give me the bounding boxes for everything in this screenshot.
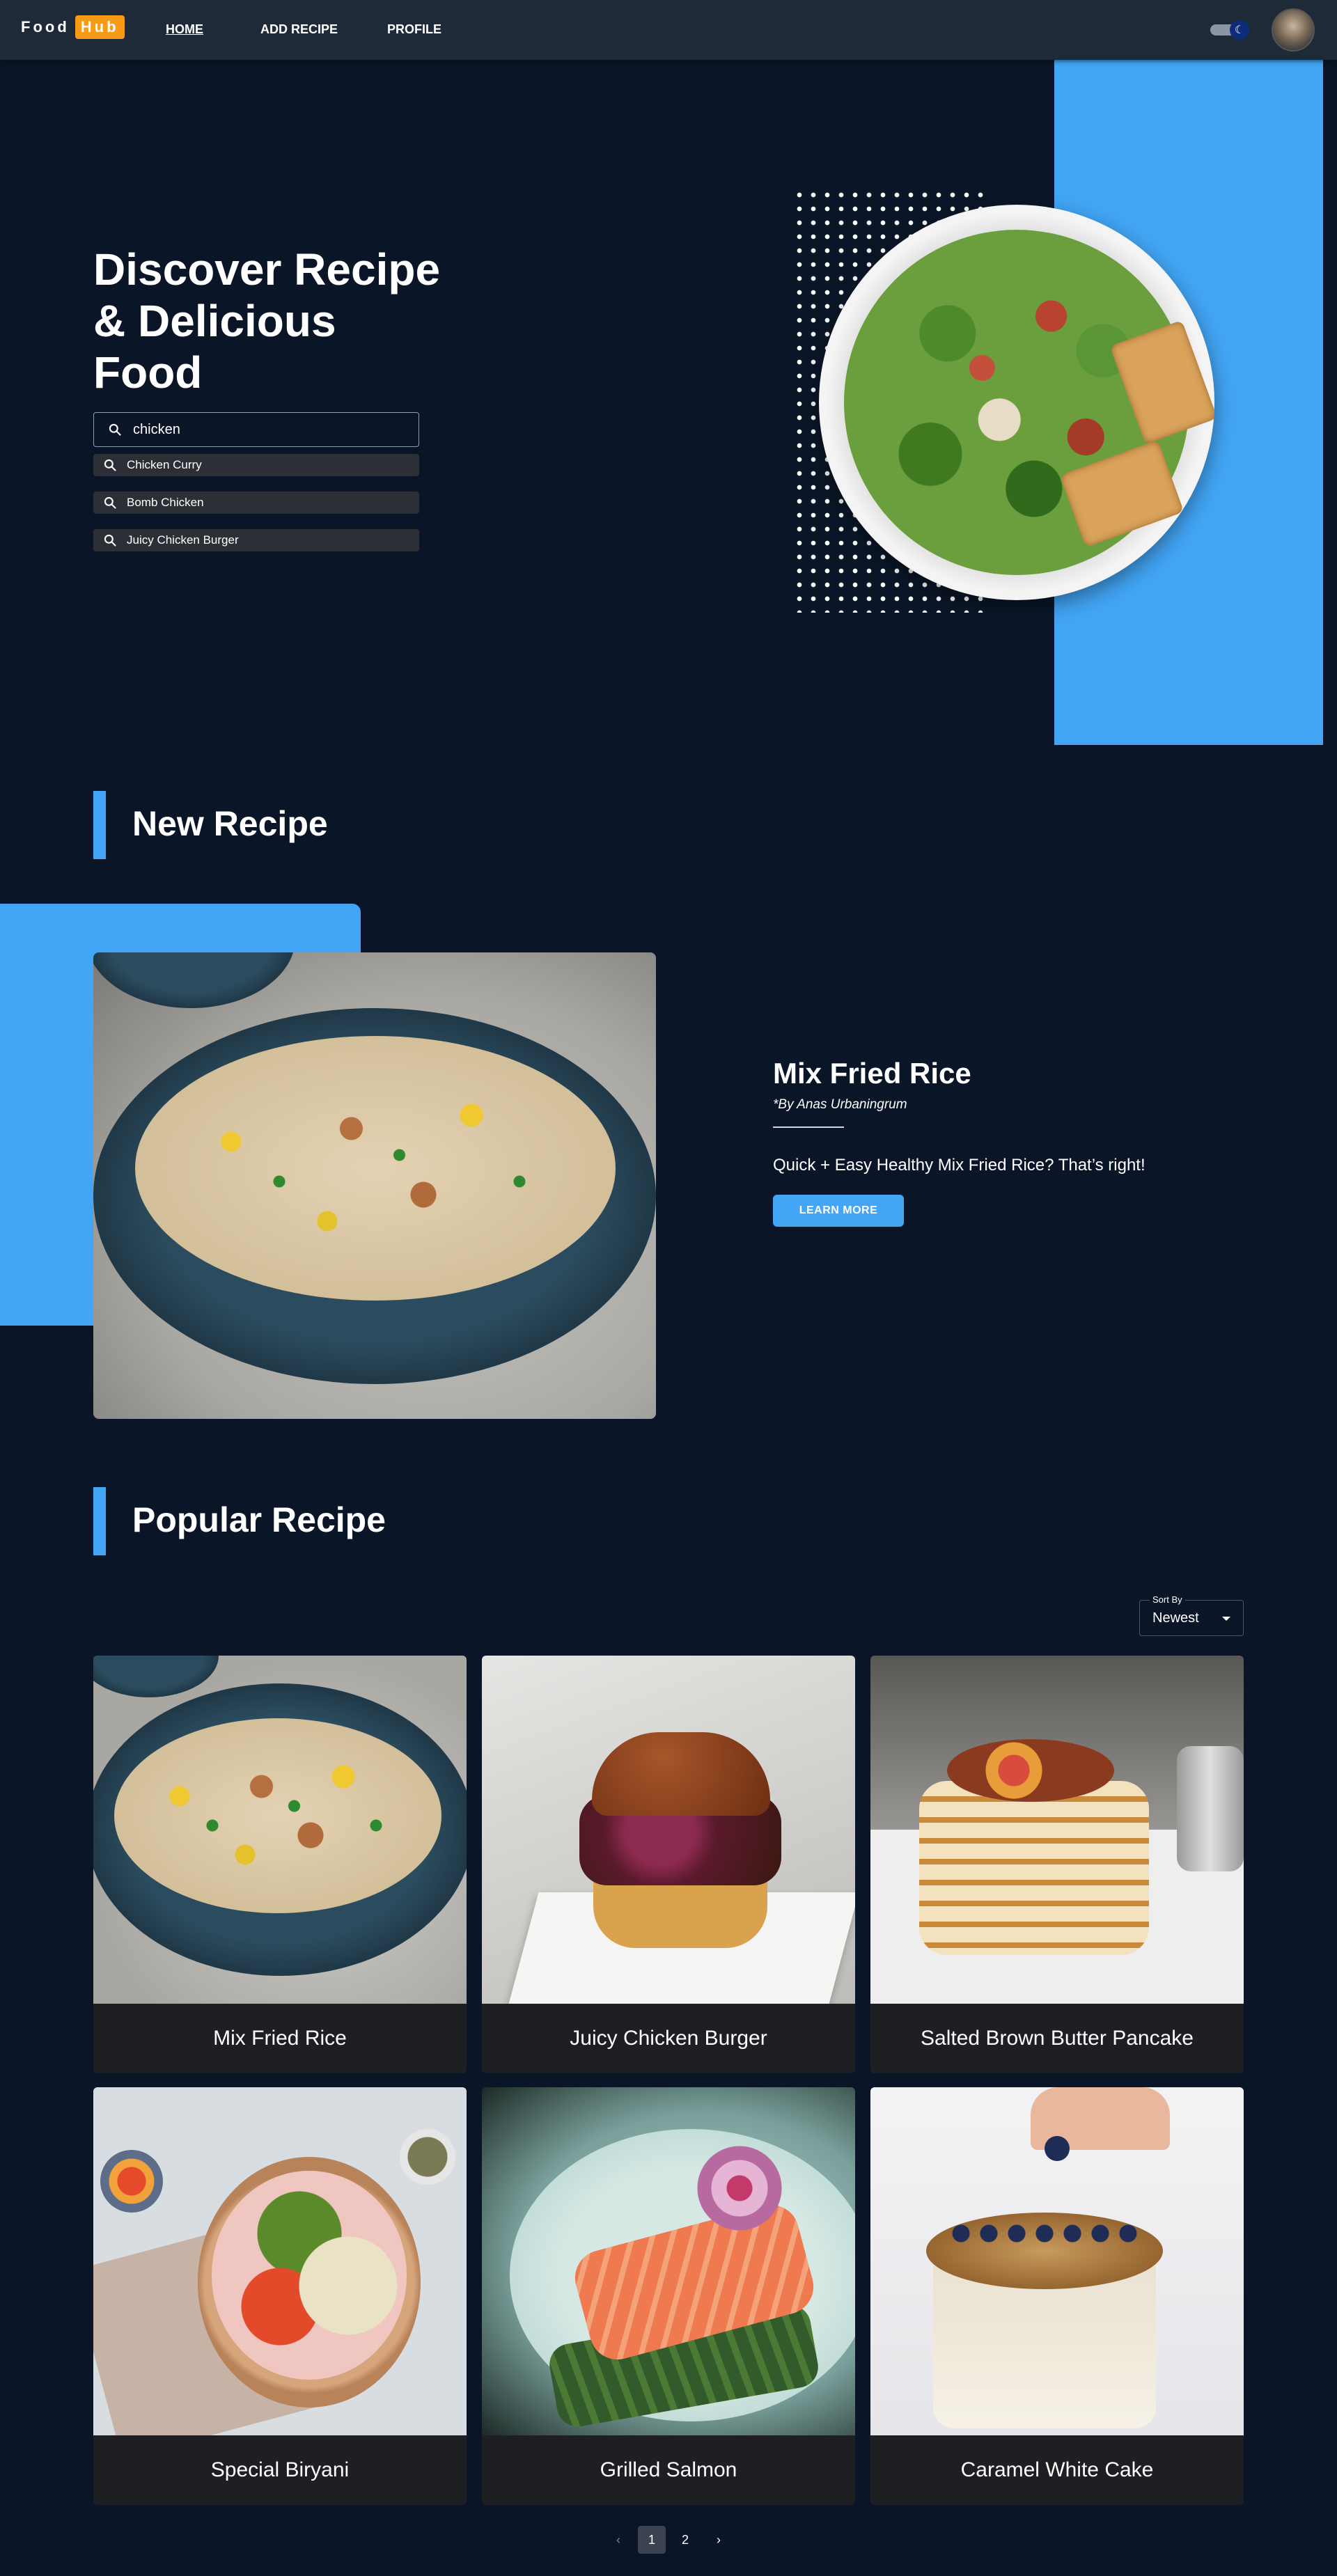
recipe-image — [482, 2087, 855, 2435]
recipe-card-title: Salted Brown Butter Pancake — [921, 2027, 1194, 2050]
recipe-card[interactable]: Mix Fried Rice — [93, 1656, 467, 2073]
recipe-card[interactable]: Juicy Chicken Burger — [482, 1656, 855, 2073]
recipe-card-title: Grilled Salmon — [600, 2458, 737, 2481]
fruit-topping — [947, 1739, 1114, 1802]
recipe-card-title: Mix Fried Rice — [213, 2027, 347, 2050]
nav-link-home[interactable]: HOME — [166, 22, 203, 37]
recipe-card-title: Special Biryani — [210, 2458, 350, 2481]
page-button-1[interactable]: 1 — [638, 2526, 666, 2554]
section-title-new-recipe: New Recipe — [132, 804, 328, 843]
nav-link-profile[interactable]: PROFILE — [387, 22, 441, 37]
logo-badge: Hub — [75, 15, 125, 39]
new-recipe-author: *By Anas Urbaningrum — [773, 1097, 907, 1112]
recipe-card[interactable]: Salted Brown Butter Pancake — [870, 1656, 1244, 2073]
blueberry — [1045, 2136, 1070, 2161]
logo-text: Food — [21, 18, 70, 36]
sauce-cup — [1177, 1746, 1244, 1871]
search-icon — [104, 534, 116, 547]
recipe-card-title: Juicy Chicken Burger — [570, 2027, 767, 2050]
theme-toggle[interactable]: ☾ — [1210, 20, 1252, 40]
suggestion-label: Bomb Chicken — [127, 496, 204, 509]
recipe-image — [93, 2087, 467, 2435]
search-suggestion[interactable]: Chicken Curry — [93, 454, 419, 476]
recipe-image — [870, 1656, 1244, 2004]
navbar: Food Hub HOME ADD RECIPE PROFILE ☾ — [0, 0, 1337, 60]
recipe-image — [482, 1656, 855, 2004]
section-accent-bar — [93, 1487, 106, 1555]
prev-page-button[interactable]: ‹ — [604, 2526, 632, 2554]
search-icon — [104, 496, 116, 509]
search-suggestion[interactable]: Bomb Chicken — [93, 492, 419, 514]
next-page-button[interactable]: › — [705, 2526, 733, 2554]
tomato-bowl — [100, 2150, 163, 2213]
recipe-card[interactable]: Grilled Salmon — [482, 2087, 855, 2505]
recipe-card[interactable]: Caramel White Cake — [870, 2087, 1244, 2505]
section-accent-bar — [93, 791, 106, 859]
seed-bowl — [400, 2129, 455, 2185]
pancake-stack — [919, 1781, 1149, 1955]
recipe-image — [870, 2087, 1244, 2435]
fried-rice — [114, 1718, 441, 1913]
suggestion-label: Chicken Curry — [127, 458, 202, 471]
divider — [773, 1126, 844, 1128]
search-icon — [104, 459, 116, 471]
recipe-card[interactable]: Special Biryani — [93, 2087, 467, 2505]
biryani-plate — [212, 2171, 407, 2380]
recipe-card-title: Caramel White Cake — [960, 2458, 1154, 2481]
moon-icon: ☾ — [1230, 20, 1249, 40]
logo[interactable]: Food Hub — [21, 15, 125, 39]
recipe-image — [93, 1656, 467, 2004]
search-box[interactable] — [93, 412, 419, 447]
search-icon — [109, 423, 121, 436]
background-bowl — [93, 1656, 219, 1697]
hero-salad-image — [819, 205, 1214, 600]
background-bowl — [93, 952, 295, 1008]
new-recipe-image[interactable] — [93, 952, 656, 1419]
hero-title-line: & Delicious — [93, 296, 336, 346]
section-title-popular-recipe: Popular Recipe — [132, 1500, 386, 1539]
search-suggestion[interactable]: Juicy Chicken Burger — [93, 529, 419, 551]
avatar[interactable] — [1272, 8, 1315, 52]
sort-select[interactable]: Sort By Newest — [1139, 1594, 1244, 1636]
suggestion-label: Juicy Chicken Burger — [127, 533, 239, 547]
fried-rice — [135, 1036, 616, 1301]
search-input[interactable] — [133, 421, 398, 438]
bun-top — [592, 1732, 770, 1816]
new-recipe-title: Mix Fried Rice — [773, 1057, 971, 1090]
hero-title: Discover Recipe & Delicious Food — [93, 244, 455, 398]
hero-title-line: Food — [93, 347, 203, 398]
new-recipe-description: Quick + Easy Healthy Mix Fried Rice? Tha… — [773, 1156, 1146, 1175]
onion-garnish — [670, 2143, 809, 2233]
hero-title-line: Discover Recipe — [93, 244, 441, 294]
nav-link-add-recipe[interactable]: ADD RECIPE — [260, 22, 338, 37]
caret-down-icon — [1222, 1617, 1230, 1621]
learn-more-button[interactable]: LEARN MORE — [773, 1195, 904, 1227]
sort-value: Newest — [1152, 1610, 1199, 1626]
page-button-2[interactable]: 2 — [671, 2526, 699, 2554]
blueberries — [947, 2220, 1142, 2247]
sort-label: Sort By — [1150, 1594, 1185, 1605]
